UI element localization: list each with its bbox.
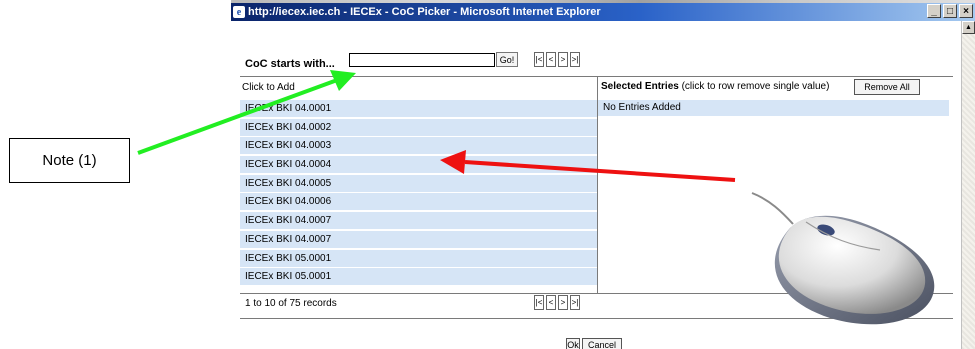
list-item[interactable]: IECEx BKI 04.0002 [240, 118, 597, 136]
bottom-pager: |< < > >| [534, 295, 580, 310]
minimize-button[interactable]: _ [927, 4, 941, 18]
note-label: Note (1) [42, 152, 97, 169]
close-button[interactable]: × [959, 4, 973, 18]
list-item[interactable]: IECEx BKI 05.0001 [240, 249, 597, 267]
selected-header-title: Selected Entries [601, 81, 679, 92]
available-header: Click to Add [242, 82, 295, 93]
list-item[interactable]: IECEx BKI 04.0007 [240, 212, 597, 230]
remove-all-button[interactable]: Remove All [854, 79, 920, 95]
footer-divider [240, 318, 953, 319]
selected-header-hint: (click to row remove single value) [678, 81, 830, 92]
ok-button[interactable]: Ok [566, 338, 580, 349]
ie-page-icon: e [233, 6, 245, 18]
go-button[interactable]: Go! [496, 52, 518, 67]
selected-header: Selected Entries (click to row remove si… [601, 81, 829, 92]
bottom-divider [240, 293, 953, 294]
search-label: CoC starts with... [245, 58, 335, 70]
list-item[interactable]: IECEx BKI 05.0001 [240, 268, 597, 286]
prev-page-button[interactable]: < [546, 52, 556, 67]
first-page-button[interactable]: |< [534, 52, 544, 67]
available-list: IECEx BKI 04.0001 IECEx BKI 04.0002 IECE… [240, 100, 597, 287]
first-page-button[interactable]: |< [534, 295, 544, 310]
prev-page-button[interactable]: < [546, 295, 556, 310]
search-input[interactable] [349, 53, 495, 67]
list-item[interactable]: IECEx BKI 04.0005 [240, 174, 597, 192]
next-page-button[interactable]: > [558, 52, 568, 67]
top-pager: |< < > >| [534, 52, 580, 67]
records-count: 1 to 10 of 75 records [245, 298, 337, 309]
list-item[interactable]: IECEx BKI 04.0004 [240, 156, 597, 174]
ie-window: e http://iecex.iec.ch - IECEx - CoC Pick… [231, 0, 975, 349]
window-titlebar[interactable]: e http://iecex.iec.ch - IECEx - CoC Pick… [231, 3, 975, 21]
list-item[interactable]: IECEx BKI 04.0006 [240, 193, 597, 211]
window-controls: _ □ × [927, 4, 973, 18]
vertical-scrollbar[interactable]: ▲ [961, 21, 975, 349]
maximize-button[interactable]: □ [943, 4, 957, 18]
window-title: http://iecex.iec.ch - IECEx - CoC Picker… [248, 6, 601, 18]
list-item[interactable]: IECEx BKI 04.0003 [240, 137, 597, 155]
scroll-up-arrow-icon[interactable]: ▲ [962, 21, 975, 34]
next-page-button[interactable]: > [558, 295, 568, 310]
note-callout: Note (1) [9, 138, 130, 183]
list-item[interactable]: IECEx BKI 04.0001 [240, 100, 597, 117]
picker-content: CoC starts with... Go! |< < > >| Click t… [240, 22, 953, 349]
empty-selection-row: No Entries Added [598, 100, 949, 116]
list-item[interactable]: IECEx BKI 04.0007 [240, 230, 597, 248]
cancel-button[interactable]: Cancel [582, 338, 622, 349]
last-page-button[interactable]: >| [570, 52, 580, 67]
selected-pane: Selected Entries (click to row remove si… [598, 77, 953, 293]
last-page-button[interactable]: >| [570, 295, 580, 310]
